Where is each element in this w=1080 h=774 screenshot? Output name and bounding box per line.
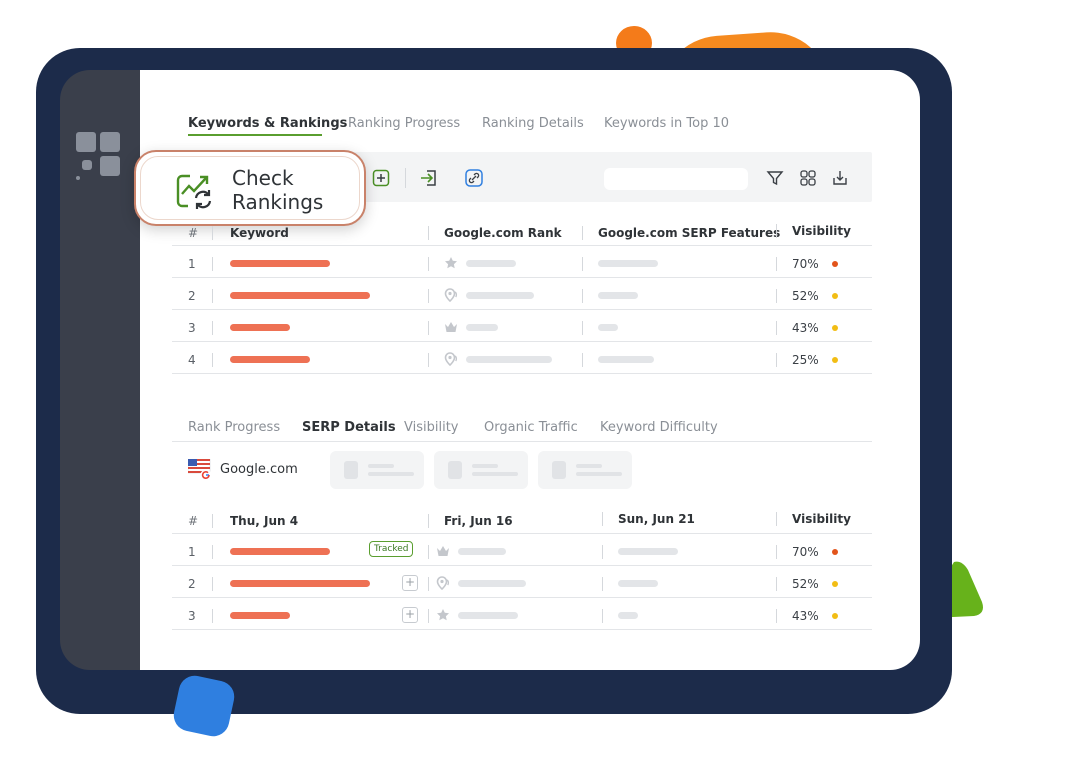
track-add-button[interactable]: + (402, 607, 418, 623)
placeholder-card (538, 451, 632, 489)
link-icon[interactable] (463, 167, 485, 189)
tab-serp-details[interactable]: SERP Details (302, 420, 396, 435)
keyword-placeholder-bar (230, 356, 310, 363)
crown-icon (437, 546, 449, 556)
placeholder-card (330, 451, 424, 489)
keyword-placeholder-bar (230, 292, 370, 299)
status-dot (832, 613, 838, 619)
add-icon[interactable] (370, 167, 392, 189)
status-dot (832, 293, 838, 299)
check-rankings-icon (176, 174, 212, 209)
grid-icon[interactable] (797, 167, 819, 189)
status-dot (832, 325, 838, 331)
tab-ranking-progress[interactable]: Ranking Progress (348, 116, 460, 131)
status-dot (832, 261, 838, 267)
toolbar-divider (405, 168, 406, 188)
us-flag-google-icon (188, 459, 212, 481)
track-add-button[interactable]: + (402, 575, 418, 591)
tab-keyword-difficulty[interactable]: Keyword Difficulty (600, 420, 718, 435)
status-dot (832, 581, 838, 587)
keyword-placeholder-bar (230, 260, 330, 267)
column-header-date-1[interactable]: Thu, Jun 4 (230, 514, 298, 528)
status-dot (832, 357, 838, 363)
star-icon (445, 257, 457, 269)
visibility-value: 43% (792, 609, 819, 623)
visibility-value: 52% (792, 289, 819, 303)
search-engine-label: Google.com (220, 462, 298, 477)
keyword-placeholder-bar (230, 612, 290, 619)
column-header-visibility[interactable]: Visibility (792, 224, 851, 238)
location-pin-icon (444, 288, 458, 302)
tab-visibility[interactable]: Visibility (404, 420, 458, 435)
column-header-hash: # (188, 226, 199, 240)
keyword-placeholder-bar (230, 324, 290, 331)
visibility-value: 70% (792, 545, 819, 559)
crown-icon (445, 322, 457, 332)
column-header-keyword[interactable]: Keyword (230, 226, 289, 240)
column-header-rank[interactable]: Google.com Rank (444, 226, 562, 240)
status-dot (832, 549, 838, 555)
keyword-placeholder-bar (230, 548, 330, 555)
tab-rank-progress[interactable]: Rank Progress (188, 420, 280, 435)
tab-keywords-rankings[interactable]: Keywords & Rankings (188, 116, 347, 131)
tab-ranking-details[interactable]: Ranking Details (482, 116, 584, 131)
tab-organic-traffic[interactable]: Organic Traffic (484, 420, 578, 435)
visibility-value: 52% (792, 577, 819, 591)
sidebar (60, 70, 140, 670)
column-header-date-2[interactable]: Fri, Jun 16 (444, 514, 513, 528)
location-pin-icon (436, 576, 450, 590)
visibility-value: 43% (792, 321, 819, 335)
tab-keywords-top-10[interactable]: Keywords in Top 10 (604, 116, 729, 131)
column-header-visibility[interactable]: Visibility (792, 512, 851, 526)
filter-icon[interactable] (764, 167, 786, 189)
column-header-date-3[interactable]: Sun, Jun 21 (618, 512, 695, 526)
placeholder-card (434, 451, 528, 489)
app-logo[interactable] (76, 132, 126, 182)
star-icon (437, 609, 449, 621)
visibility-value: 70% (792, 257, 819, 271)
keyword-placeholder-bar (230, 580, 370, 587)
column-header-hash: # (188, 514, 199, 528)
decorative-blue-square (170, 672, 238, 740)
visibility-value: 25% (792, 353, 819, 367)
download-icon[interactable] (829, 167, 851, 189)
tracked-badge[interactable]: Tracked (369, 541, 414, 557)
check-rankings-label: Check Rankings (232, 166, 324, 214)
location-pin-icon (444, 352, 458, 366)
column-header-serp-features[interactable]: Google.com SERP Features (598, 226, 780, 240)
search-input[interactable] (604, 168, 748, 190)
active-tab-underline (188, 134, 322, 136)
import-icon[interactable] (418, 167, 440, 189)
check-rankings-button[interactable]: Check Rankings (134, 150, 366, 226)
